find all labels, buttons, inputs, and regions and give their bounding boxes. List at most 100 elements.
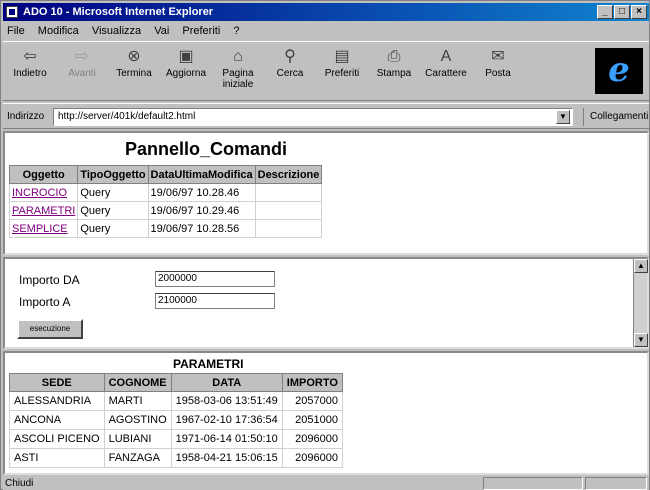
column-header: DataUltimaModifica — [147, 165, 256, 184]
minimize-button[interactable]: _ — [597, 5, 613, 19]
close-button[interactable]: × — [631, 5, 647, 19]
menu-vai[interactable]: Vai — [154, 25, 169, 37]
table-cell: 1958-04-21 15:06:15 — [170, 448, 283, 468]
table-cell: FANZAGA — [103, 448, 172, 468]
table-cell — [254, 219, 323, 238]
table-cell: Query — [77, 219, 149, 238]
table-cell: MARTI — [103, 391, 172, 411]
address-dropdown-button[interactable]: ▼ — [556, 110, 570, 124]
refresh-icon: ▣ — [178, 48, 194, 65]
menu-preferiti[interactable]: Preferiti — [182, 25, 220, 37]
objects-table: Oggetto TipoOggetto DataUltimaModifica D… — [8, 165, 323, 238]
forward-arrow-icon: ⇨ — [75, 48, 89, 65]
table-cell: 19/06/97 10.28.46 — [147, 183, 256, 202]
font-button[interactable]: A Carattere — [423, 46, 469, 98]
address-label: Indirizzo — [7, 111, 45, 122]
table-cell: Query — [77, 183, 149, 202]
table-cell: 2051000 — [281, 410, 343, 430]
menu-file[interactable]: File — [7, 25, 25, 37]
column-header: COGNOME — [103, 373, 172, 392]
execute-button[interactable]: esecuzione — [17, 319, 83, 339]
favorites-icon: ▤ — [334, 48, 350, 65]
table-cell: 1967-02-10 17:36:54 — [170, 410, 283, 430]
refresh-button[interactable]: ▣ Aggiorna — [163, 46, 209, 98]
scroll-up-button[interactable]: ▲ — [634, 259, 648, 273]
table-header-row: Oggetto TipoOggetto DataUltimaModifica D… — [8, 165, 323, 184]
status-bar: Chiudi — [3, 477, 649, 490]
table-cell: ASTI — [9, 448, 105, 468]
stop-icon: ⊗ — [127, 48, 141, 65]
table-header-row: SEDE COGNOME DATA IMPORTO — [9, 373, 343, 392]
table-row: ASCOLI PICENO LUBIANI 1971-06-14 01:50:1… — [9, 429, 343, 449]
ie-logo: e — [595, 48, 643, 94]
column-header: Descrizione — [254, 165, 323, 184]
importo-a-input[interactable]: 2100000 — [155, 293, 275, 309]
vertical-scrollbar[interactable]: ▲ ▼ — [633, 259, 648, 347]
menu-bar: File Modifica Visualizza Vai Preferiti ? — [3, 22, 649, 40]
mail-icon: ✉ — [491, 48, 505, 65]
table-cell: LUBIANI — [103, 429, 172, 449]
table-row: SEMPLICE Query 19/06/97 10.28.56 — [8, 219, 323, 238]
table-cell — [254, 183, 323, 202]
results-frame: PARAMETRI SEDE COGNOME DATA IMPORTO ALES… — [3, 351, 649, 475]
status-text: Chiudi — [5, 478, 34, 489]
stop-button[interactable]: ⊗ Termina — [111, 46, 157, 98]
importo-a-label: Importo A — [19, 295, 71, 309]
print-button[interactable]: ⎙ Stampa — [371, 46, 417, 98]
table-row: ANCONA AGOSTINO 1967-02-10 17:36:54 2051… — [9, 410, 343, 430]
object-link-parametri[interactable]: PARAMETRI — [12, 205, 75, 217]
page-title: Pannello_Comandi — [125, 139, 288, 159]
table-cell: ASCOLI PICENO — [9, 429, 105, 449]
table-cell: 1971-06-14 01:50:10 — [170, 429, 283, 449]
window-title: ADO 10 - Microsoft Internet Explorer — [23, 6, 214, 18]
menu-modifica[interactable]: Modifica — [38, 25, 79, 37]
parameters-form-frame: Importo DA 2000000 Importo A 2100000 ese… — [3, 257, 649, 349]
table-cell: 19/06/97 10.29.46 — [147, 201, 256, 220]
table-cell: Query — [77, 201, 149, 220]
column-header: DATA — [170, 373, 283, 392]
menu-help[interactable]: ? — [233, 25, 239, 37]
table-cell: ALESSANDRIA — [9, 391, 105, 411]
table-row: INCROCIO Query 19/06/97 10.28.46 — [8, 183, 323, 202]
back-button[interactable]: ⇦ Indietro — [7, 46, 53, 98]
object-link-semplice[interactable]: SEMPLICE — [12, 223, 68, 235]
importo-da-input[interactable]: 2000000 — [155, 271, 275, 287]
table-cell: ANCONA — [9, 410, 105, 430]
favorites-button[interactable]: ▤ Preferiti — [319, 46, 365, 98]
status-zone — [585, 477, 647, 490]
column-header: IMPORTO — [281, 373, 343, 392]
address-input[interactable]: http://server/401k/default2.html — [53, 108, 573, 126]
scroll-down-button[interactable]: ▼ — [634, 333, 648, 347]
back-arrow-icon: ⇦ — [23, 48, 37, 65]
table-cell: 2096000 — [281, 448, 343, 468]
column-header: Oggetto — [8, 165, 79, 184]
home-button[interactable]: ⌂ Pagina iniziale — [215, 46, 261, 98]
status-segment — [483, 477, 583, 490]
mail-button[interactable]: ✉ Posta — [475, 46, 521, 98]
results-title: PARAMETRI — [173, 357, 244, 371]
table-cell: 2057000 — [281, 391, 343, 411]
search-icon: ⚲ — [284, 48, 296, 65]
browser-window: ADO 10 - Microsoft Internet Explorer _ □… — [0, 0, 650, 490]
table-row: ALESSANDRIA MARTI 1958-03-06 13:51:49 20… — [9, 391, 343, 411]
table-cell: 19/06/97 10.28.56 — [147, 219, 256, 238]
toolbar: ⇦ Indietro ⇨ Avanti ⊗ Termina ▣ Aggiorna… — [3, 41, 649, 101]
search-button[interactable]: ⚲ Cerca — [267, 46, 313, 98]
print-icon: ⎙ — [387, 48, 401, 65]
column-header: TipoOggetto — [77, 165, 149, 184]
links-label[interactable]: Collegamenti — [583, 108, 650, 126]
forward-button[interactable]: ⇨ Avanti — [59, 46, 105, 98]
commands-frame: Pannello_Comandi Oggetto TipoOggetto Dat… — [3, 131, 649, 255]
results-table: SEDE COGNOME DATA IMPORTO ALESSANDRIA MA… — [9, 373, 343, 468]
maximize-button[interactable]: □ — [614, 5, 630, 19]
title-bar: ADO 10 - Microsoft Internet Explorer _ □… — [3, 3, 649, 21]
object-link-incrocio[interactable]: INCROCIO — [12, 187, 67, 199]
table-row: ASTI FANZAGA 1958-04-21 15:06:15 2096000 — [9, 448, 343, 468]
app-icon — [6, 6, 18, 18]
table-row: PARAMETRI Query 19/06/97 10.29.46 — [8, 201, 323, 220]
address-bar: Indirizzo http://server/401k/default2.ht… — [3, 103, 649, 129]
table-cell: 2096000 — [281, 429, 343, 449]
font-icon: A — [440, 48, 452, 65]
menu-visualizza[interactable]: Visualizza — [92, 25, 141, 37]
column-header: SEDE — [9, 373, 105, 392]
